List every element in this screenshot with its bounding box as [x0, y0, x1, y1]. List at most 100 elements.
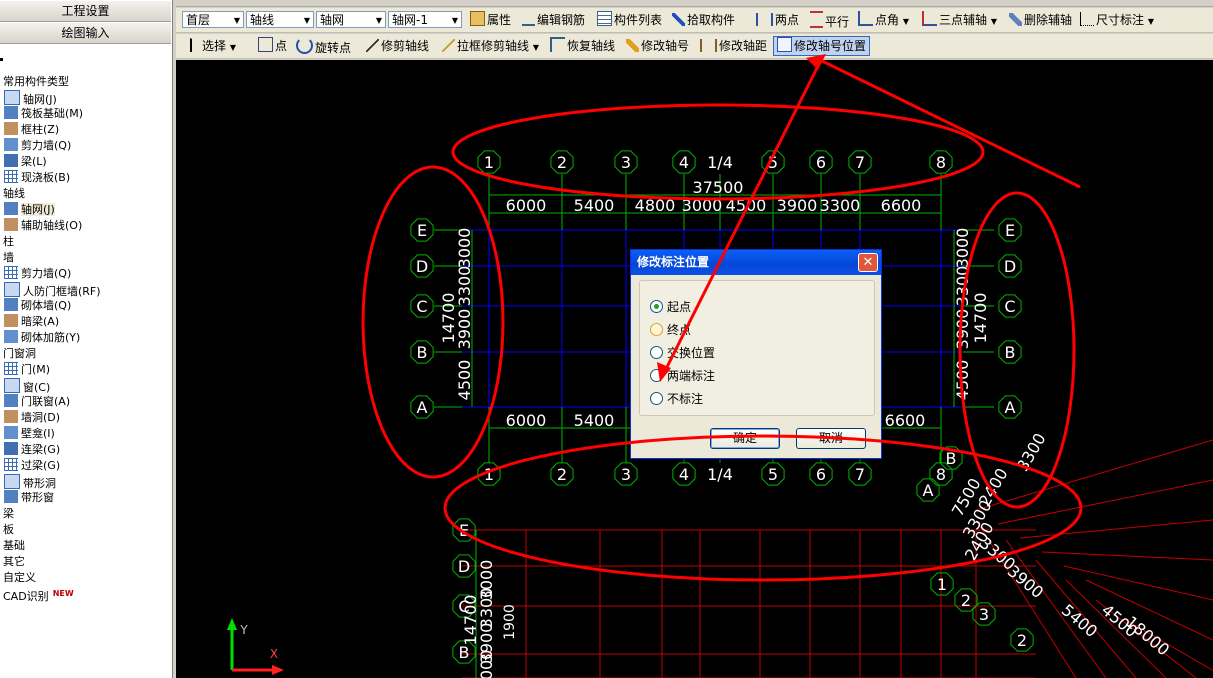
tree-item[interactable]: 门(M) — [0, 362, 171, 378]
member-list-button[interactable]: 构件列表 — [597, 11, 662, 29]
radio-no-label[interactable]: 不标注 — [650, 391, 703, 407]
modify-axis-no-button[interactable]: 修改轴号 — [626, 37, 689, 55]
axis-label: 5 — [768, 465, 778, 484]
tree-category[interactable]: 柱 — [0, 234, 171, 250]
dimension-button[interactable]: 尺寸标注 ▼ — [1080, 11, 1154, 29]
tree-item[interactable]: 墙洞(D) — [0, 410, 171, 426]
tree-item[interactable]: 带形窗 — [0, 490, 171, 506]
tree-label: 壁龛(I) — [21, 427, 55, 440]
pick-member-button[interactable]: 拾取构件 — [672, 11, 735, 29]
tree-category[interactable]: 门窗洞 — [0, 346, 171, 362]
parallel-button[interactable]: 平行 — [810, 11, 849, 29]
properties-button[interactable]: 属性 — [470, 11, 511, 29]
edit-rebar-icon — [522, 11, 535, 26]
tree-item[interactable]: 带形洞 — [0, 474, 171, 490]
tree-item[interactable]: 砌体加筋(Y) — [0, 330, 171, 346]
tree-category[interactable]: 基础 — [0, 538, 171, 554]
restore-axis-button[interactable]: 恢复轴线 — [550, 37, 615, 55]
tree-label: 门(M) — [21, 363, 51, 376]
tree-label: 窗(C) — [23, 381, 51, 394]
rotate-point-button[interactable]: 旋转点 — [296, 37, 351, 55]
tree-category[interactable]: 板 — [0, 522, 171, 538]
dim-value: 3300 — [953, 266, 972, 307]
close-button[interactable]: ✕ — [858, 253, 878, 272]
tree-item[interactable]: 轴网(J) — [0, 90, 171, 106]
radio-end[interactable]: 终点 — [650, 322, 691, 338]
panel-handle — [0, 58, 3, 61]
aux-axis-icon — [4, 218, 18, 231]
tree-label: 框柱(Z) — [21, 123, 60, 136]
tree-category[interactable]: 常用构件类型 — [0, 74, 171, 90]
tree-category[interactable]: CAD识别 NEW — [0, 586, 171, 603]
tree-item[interactable]: 现浇板(B) — [0, 170, 171, 186]
left-panel: 工程设置 绘图输入 常用构件类型 轴网(J) 筏板基础(M) 框柱(Z) 剪力墙(Q) 梁… — [0, 0, 173, 678]
tree-item[interactable]: 人防门框墙(RF) — [0, 282, 171, 298]
radio-both-ends[interactable]: 两端标注 — [650, 368, 715, 384]
tree-category[interactable]: 自定义 — [0, 570, 171, 586]
three-point-aux-button[interactable]: 三点辅轴 ▼ — [922, 11, 997, 29]
tree-item[interactable]: 剪力墙(Q) — [0, 138, 171, 154]
radio-swap[interactable]: 交换位置 — [650, 345, 715, 361]
tab-drawing-input[interactable]: 绘图输入 — [0, 23, 171, 44]
tree-item[interactable]: 框柱(Z) — [0, 122, 171, 138]
dialog-titlebar[interactable]: 修改标注位置 — [631, 250, 881, 275]
category-select[interactable]: 轴线 ▼ — [246, 11, 314, 28]
axis-label: B — [417, 343, 428, 362]
radio-label: 起点 — [667, 300, 692, 314]
axis-label: 1 — [937, 575, 947, 594]
rot-grid-line — [1019, 519, 1213, 539]
tree-item[interactable]: 壁龛(I) — [0, 426, 171, 442]
axis-label: 4 — [679, 153, 689, 172]
tree-label: 剪力墙(Q) — [21, 267, 72, 280]
tree-item[interactable]: 过梁(G) — [0, 458, 171, 474]
axis-label: C — [416, 297, 427, 316]
tree-item[interactable]: 窗(C) — [0, 378, 171, 394]
delete-aux-button[interactable]: 删除辅轴 — [1009, 11, 1072, 29]
rotate-icon — [296, 37, 313, 54]
ucs-y-label: Y — [239, 623, 248, 637]
tree-item[interactable]: 梁(L) — [0, 154, 171, 170]
select-button[interactable]: 选择 ▼ — [190, 37, 236, 55]
radio-dot-icon — [650, 369, 663, 382]
floor-select[interactable]: 首层 ▼ — [182, 11, 244, 28]
modify-axis-label-pos-button[interactable]: 修改轴号位置 — [773, 36, 871, 56]
top-toolbar-strip — [176, 0, 1213, 7]
tab-project-settings[interactable]: 工程设置 — [0, 1, 171, 22]
rot-grid-line — [997, 479, 1213, 525]
tree-label: 轴网(J) — [21, 203, 55, 216]
tree-item[interactable]: 砌体墙(Q) — [0, 298, 171, 314]
cancel-button[interactable]: 取消 — [796, 428, 866, 449]
toolbar-edit: 选择 ▼ 点 旋转点 修剪轴线 拉框修剪轴线 ▼ 恢复轴线 修改轴号 修改轴距 … — [176, 34, 1213, 59]
point-button[interactable]: 点 — [258, 37, 287, 55]
dim-value: 3900 — [953, 309, 972, 350]
two-points-button[interactable]: 两点 — [756, 11, 799, 29]
modify-axis-dist-button[interactable]: 修改轴距 — [700, 37, 767, 55]
tree-category[interactable]: 梁 — [0, 506, 171, 522]
tree-category[interactable]: 其它 — [0, 554, 171, 570]
tree-item[interactable]: 暗梁(A) — [0, 314, 171, 330]
box-trim-axis-button[interactable]: 拉框修剪轴线 ▼ — [442, 37, 539, 55]
tree-item[interactable]: 剪力墙(Q) — [0, 266, 171, 282]
axis-label: A — [1005, 398, 1016, 417]
tree-item[interactable]: 门联窗(A) — [0, 394, 171, 410]
tree-item[interactable]: 筏板基础(M) — [0, 106, 171, 122]
tree-category[interactable]: 墙 — [0, 250, 171, 266]
axis-label: A — [417, 398, 428, 417]
door-icon — [4, 362, 18, 375]
trim-axis-button[interactable]: 修剪轴线 — [366, 37, 429, 55]
instance-select[interactable]: 轴网-1 ▼ — [388, 11, 462, 28]
tree-category[interactable]: 轴线 — [0, 186, 171, 202]
ok-button[interactable]: 确定 — [710, 428, 780, 449]
edit-rebar-button[interactable]: 编辑钢筋 — [522, 11, 585, 29]
tree-item[interactable]: 连梁(G) — [0, 442, 171, 458]
axis-label: 6 — [816, 153, 826, 172]
type-select[interactable]: 轴网 ▼ — [316, 11, 386, 28]
tree-label: 基础 — [3, 539, 25, 552]
grid-icon — [4, 202, 18, 215]
tree-item[interactable]: 轴网(J) — [0, 202, 171, 218]
rot-grid-line — [1005, 539, 1107, 678]
axis-label: A — [923, 481, 934, 500]
radio-start[interactable]: 起点 — [650, 299, 691, 315]
point-angle-button[interactable]: 点角 ▼ — [858, 11, 909, 29]
tree-item[interactable]: 辅助轴线(O) — [0, 218, 171, 234]
